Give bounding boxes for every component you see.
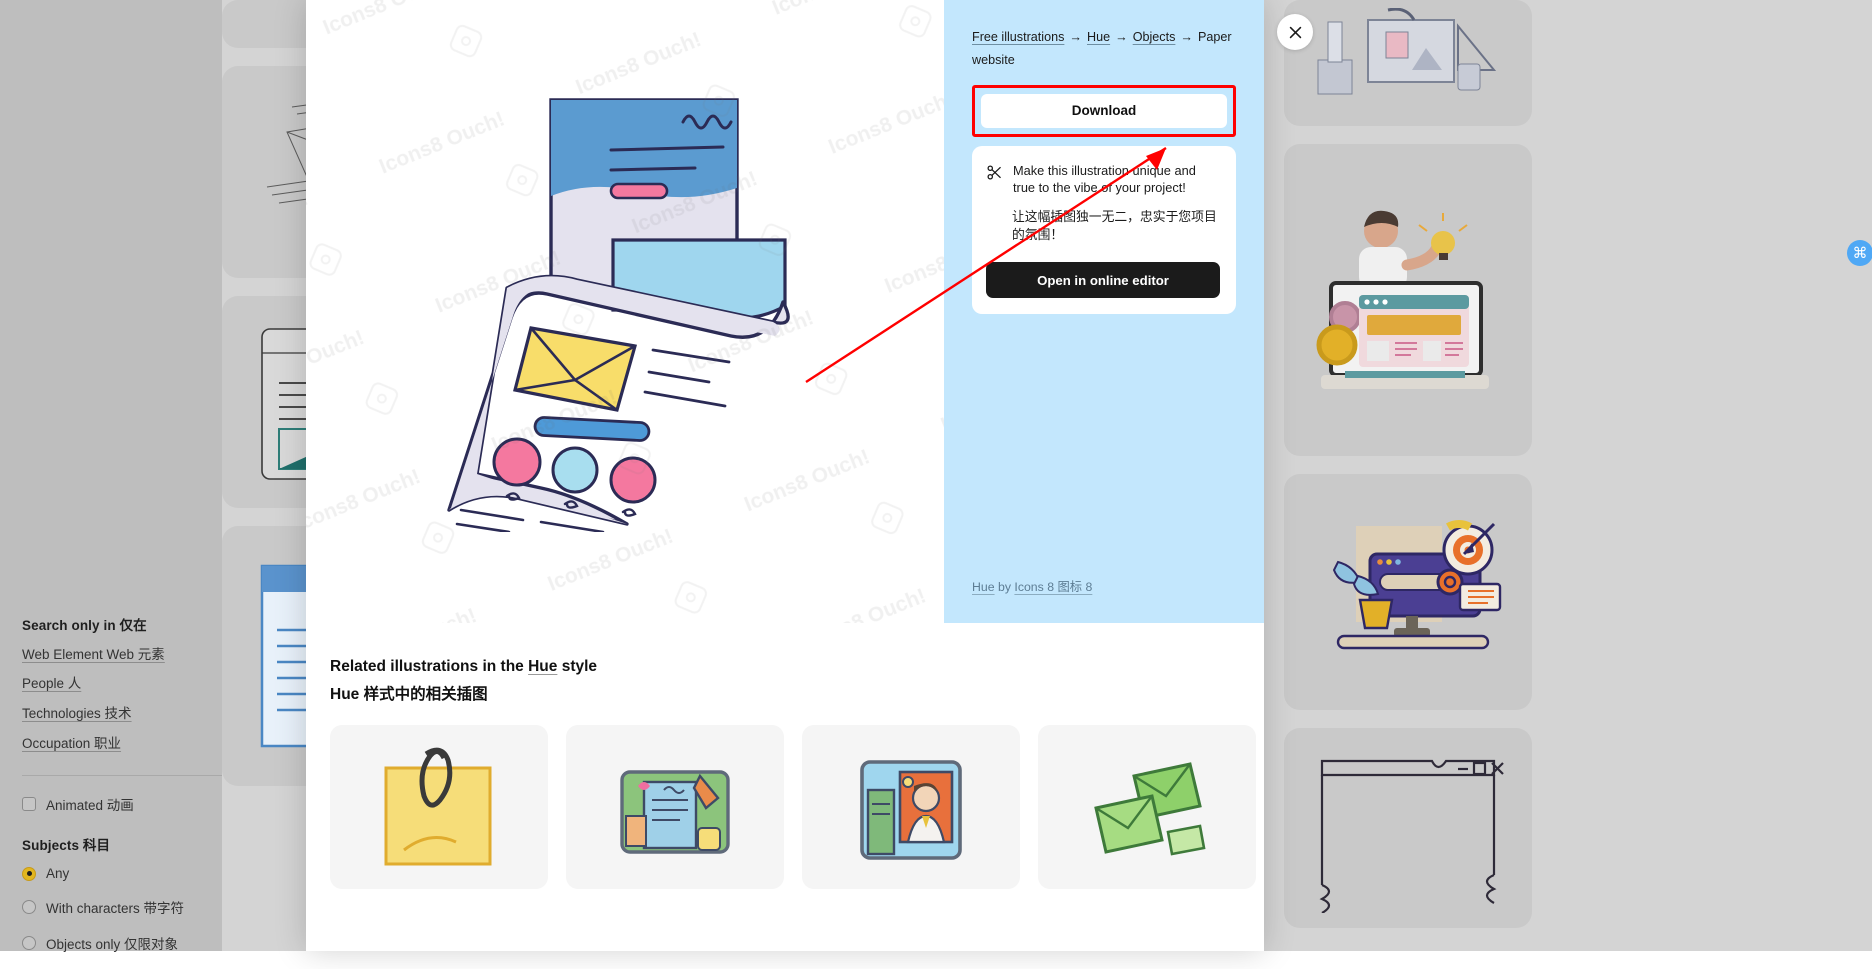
subject-label-with-characters: With characters 带字符	[46, 897, 184, 917]
related-card-envelopes[interactable]	[1038, 725, 1256, 889]
breadcrumb: Free illustrations→Hue→Objects→Paper web…	[972, 26, 1236, 73]
greyscale-studio-icon	[1308, 8, 1508, 118]
close-icon	[1287, 24, 1304, 41]
online-editor-promo-card: Make this illustration unique and true t…	[972, 146, 1236, 314]
bg-card-window-sketch[interactable]	[1284, 728, 1532, 928]
breadcrumb-separator-3: →	[1180, 30, 1193, 44]
open-in-online-editor-button[interactable]: Open in online editor	[986, 262, 1220, 298]
subject-radio-with-characters[interactable]: With characters 带字符	[22, 897, 222, 917]
radio-objects-only-icon[interactable]	[22, 936, 36, 950]
animated-label: Animated 动画	[46, 794, 134, 814]
radio-with-characters-icon[interactable]	[22, 900, 36, 914]
filter-link-technologies[interactable]: Technologies 技术	[22, 706, 132, 723]
command-key-badge: ⌘	[1847, 240, 1872, 266]
illustration-detail-modal: Icons8 Ouch!	[306, 0, 1264, 951]
scissors-icon	[986, 164, 1003, 181]
target-search-icon	[1298, 502, 1518, 682]
bg-card-target-search[interactable]	[1284, 474, 1532, 710]
related-title-en-a: Related illustrations in the	[330, 658, 528, 675]
paper-website-illustration	[365, 92, 885, 532]
breadcrumb-free-illustrations[interactable]: Free illustrations	[972, 30, 1064, 44]
promo-text-en: Make this illustration unique and true t…	[1013, 162, 1220, 197]
illustration-preview[interactable]: Icons8 Ouch!	[306, 0, 944, 623]
related-illustrations-section: Related illustrations in the Hue style H…	[306, 623, 1264, 951]
related-card-tablet-notes[interactable]	[566, 725, 784, 889]
command-key-glyph: ⌘	[1853, 244, 1868, 262]
download-button[interactable]: Download	[981, 94, 1227, 128]
breadcrumb-hue[interactable]: Hue	[1087, 30, 1110, 44]
related-title-en: Related illustrations in the Hue style	[330, 653, 1240, 681]
bg-card-greyscale-studio[interactable]	[1284, 0, 1532, 126]
bg-card-laptop-idea[interactable]	[1284, 144, 1532, 456]
related-title-zh: Hue 样式中的相关插图	[330, 681, 1240, 709]
animated-checkbox-row[interactable]: Animated 动画	[22, 794, 222, 814]
attribution-author-link[interactable]: Icons 8 图标 8	[1014, 580, 1092, 594]
modal-hero: Icons8 Ouch!	[306, 0, 1264, 623]
breadcrumb-objects[interactable]: Objects	[1133, 30, 1176, 44]
results-column-right	[1284, 0, 1532, 928]
related-title-style-link[interactable]: Hue	[528, 658, 557, 675]
tablet-notes-icon	[600, 742, 750, 872]
sticky-note-clip-icon	[364, 742, 514, 872]
subject-label-objects-only: Objects only 仅限对象	[46, 933, 178, 953]
window-sketch-icon	[1298, 743, 1518, 913]
animated-checkbox[interactable]	[22, 797, 36, 811]
filter-link-web-element[interactable]: Web Element Web 元素	[22, 647, 165, 664]
download-highlight-box: Download	[972, 85, 1236, 137]
info-rail: Free illustrations→Hue→Objects→Paper web…	[944, 0, 1264, 623]
radio-any-icon[interactable]	[22, 867, 36, 881]
filter-sidebar: Search only in 仅在 Web Element Web 元素 Peo…	[0, 0, 222, 951]
subject-radio-objects-only[interactable]: Objects only 仅限对象	[22, 933, 222, 953]
related-card-sticky-note[interactable]	[330, 725, 548, 889]
breadcrumb-separator-2: →	[1115, 30, 1128, 44]
laptop-idea-icon	[1293, 185, 1523, 415]
promo-text-zh: 让这幅插图独一无二，忠实于您项目的氛围！	[1012, 208, 1220, 245]
search-only-heading: Search only in 仅在	[22, 614, 222, 634]
filter-link-people[interactable]: People 人	[22, 676, 81, 693]
subjects-heading: Subjects 科目	[22, 834, 222, 854]
filter-link-occupation[interactable]: Occupation 职业	[22, 736, 121, 753]
related-grid	[330, 725, 1240, 889]
profile-screen-icon	[836, 742, 986, 872]
subject-radio-any[interactable]: Any	[22, 866, 222, 881]
related-title-en-b: style	[557, 658, 597, 675]
attribution: Hue by Icons 8 图标 8	[972, 577, 1092, 595]
attribution-style-link[interactable]: Hue	[972, 580, 995, 594]
envelopes-icon	[1072, 742, 1222, 872]
related-card-profile-screen[interactable]	[802, 725, 1020, 889]
breadcrumb-separator-1: →	[1069, 30, 1082, 44]
attribution-by: by	[998, 580, 1011, 594]
filter-divider	[22, 775, 222, 776]
subject-label-any: Any	[46, 866, 69, 881]
close-modal-button[interactable]	[1277, 14, 1313, 50]
